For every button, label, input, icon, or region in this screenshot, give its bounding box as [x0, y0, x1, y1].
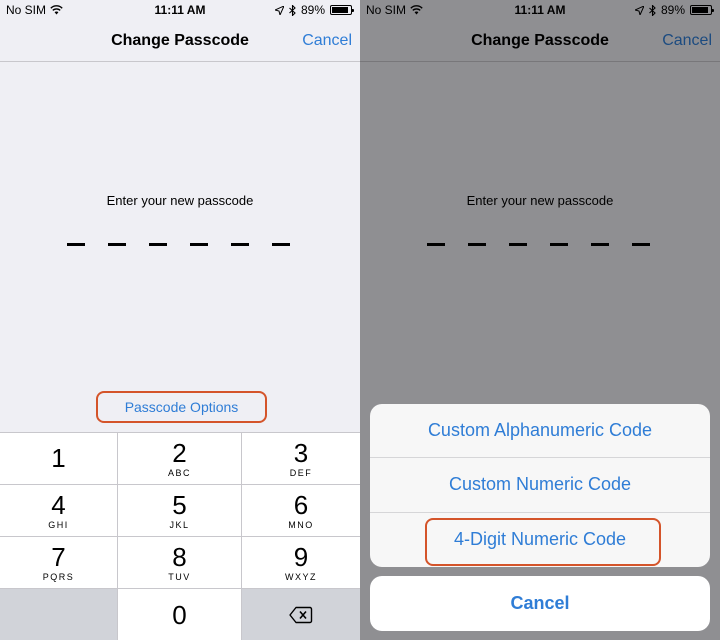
- key-empty: [0, 589, 118, 640]
- battery-icon: [330, 5, 354, 15]
- key-letters: ABC: [167, 467, 191, 478]
- key-number: 5: [172, 489, 187, 520]
- digit-placeholder: [231, 243, 249, 246]
- key-letters: WXYZ: [285, 571, 317, 582]
- key-letters: DEF: [289, 467, 313, 478]
- digit-placeholder: [190, 243, 208, 246]
- passcode-prompt: Enter your new passcode: [106, 193, 254, 208]
- key-4[interactable]: 4 GHI: [0, 485, 118, 537]
- key-0[interactable]: 0: [118, 589, 242, 640]
- option-4-digit-numeric-code[interactable]: 4-Digit Numeric Code: [370, 513, 710, 567]
- key-number: 2: [172, 437, 187, 468]
- key-letters: PQRS: [42, 571, 75, 582]
- key-2[interactable]: 2 ABC: [118, 433, 242, 485]
- passcode-options-action-sheet: Custom Alphanumeric Code Custom Numeric …: [370, 404, 710, 567]
- key-number: 3: [293, 437, 309, 468]
- bluetooth-icon: [289, 4, 296, 16]
- passcode-screen-right: No SIM 11:11 AM 89% Change Passcode Canc…: [360, 0, 720, 640]
- key-number: 9: [293, 541, 309, 572]
- location-arrow-icon: [274, 5, 284, 15]
- key-number: 0: [172, 599, 187, 630]
- delete-backspace-icon: [289, 606, 313, 623]
- option-custom-alphanumeric-code[interactable]: Custom Alphanumeric Code: [370, 404, 710, 459]
- status-right-group: 89%: [274, 3, 354, 17]
- action-sheet-cancel-button[interactable]: Cancel: [370, 576, 710, 631]
- key-7[interactable]: 7 PQRS: [0, 537, 118, 589]
- navigation-bar: Change Passcode Cancel: [0, 20, 360, 62]
- key-number: 1: [51, 442, 66, 473]
- key-letters: JKL: [169, 519, 190, 530]
- digit-placeholder: [67, 243, 85, 246]
- option-custom-numeric-code[interactable]: Custom Numeric Code: [370, 458, 710, 513]
- key-3[interactable]: 3 DEF: [242, 433, 360, 485]
- key-number: 8: [172, 541, 187, 572]
- key-1[interactable]: 1: [0, 433, 118, 485]
- key-8[interactable]: 8 TUV: [118, 537, 242, 589]
- key-letters: TUV: [168, 571, 191, 582]
- numeric-keypad: 1 2 ABC 3 DEF 4 GHI 5 JKL 6 MNO 7 PQRS 8 TUV 9W…: [0, 432, 360, 640]
- key-number: 6: [293, 489, 309, 520]
- key-5[interactable]: 5 JKL: [118, 485, 242, 537]
- passcode-options-button[interactable]: Passcode Options: [96, 391, 267, 423]
- key-letters: MNO: [288, 519, 314, 530]
- cancel-button[interactable]: Cancel: [302, 32, 352, 50]
- passcode-screen-left: No SIM 11:11 AM 89% Change Passcode Canc…: [0, 0, 360, 640]
- key-number: 7: [51, 541, 66, 572]
- key-6[interactable]: 6 MNO: [242, 485, 360, 537]
- delete-key[interactable]: [242, 589, 360, 640]
- key-letters: GHI: [48, 519, 69, 530]
- passcode-digit-placeholders: [67, 243, 290, 246]
- digit-placeholder: [108, 243, 126, 246]
- battery-percent: 89%: [300, 3, 325, 17]
- key-9[interactable]: 9 WXYZ: [242, 537, 360, 589]
- digit-placeholder: [149, 243, 167, 246]
- digit-placeholder: [272, 243, 290, 246]
- status-bar: No SIM 11:11 AM 89%: [0, 0, 360, 20]
- key-number: 4: [51, 489, 66, 520]
